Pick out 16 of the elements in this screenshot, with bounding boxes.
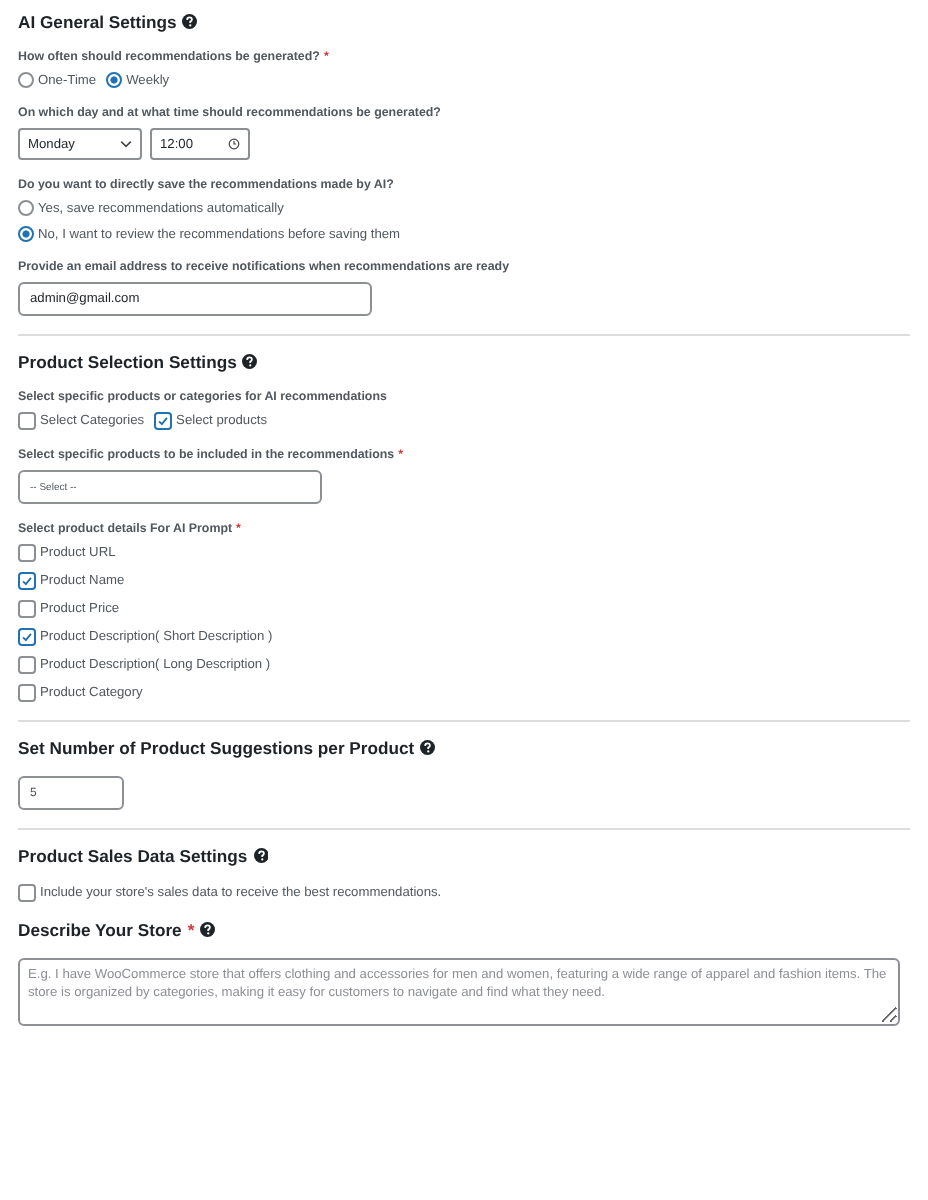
help-icon[interactable] xyxy=(242,354,258,370)
section-title: Set Number of Product Suggestions per Product xyxy=(18,738,415,758)
help-icon[interactable] xyxy=(253,848,269,864)
help-icon[interactable] xyxy=(200,922,216,938)
section-title: Product Sales Data Settings xyxy=(18,846,248,866)
clock-icon xyxy=(228,138,240,150)
field-heading: Describe Your Store xyxy=(18,920,182,940)
checkmark-icon xyxy=(20,574,34,588)
checkmark-icon xyxy=(156,414,171,428)
checkmark-icon xyxy=(20,630,34,644)
section-title: Product Selection Settings xyxy=(18,352,237,372)
help-icon[interactable] xyxy=(420,740,436,756)
chevron-down-icon xyxy=(120,140,132,148)
required-mark: * xyxy=(187,920,195,940)
help-icon[interactable] xyxy=(182,14,198,30)
section-title: AI General Settings xyxy=(18,12,177,32)
